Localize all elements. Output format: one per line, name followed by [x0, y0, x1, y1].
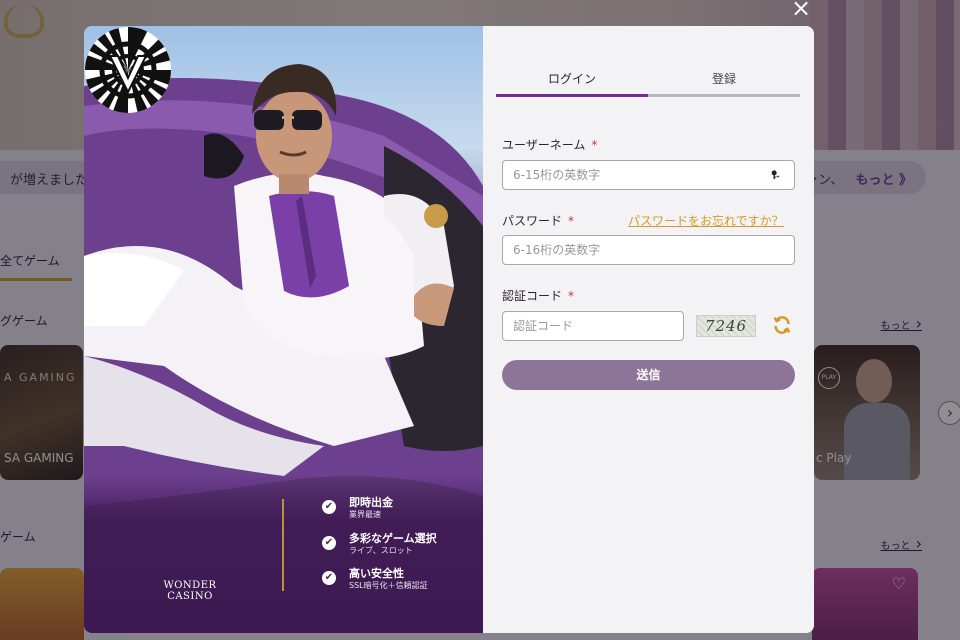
captcha-image[interactable]: 7246 [696, 315, 756, 337]
brand-name: WONDER CASINO [163, 580, 217, 602]
key-icon[interactable] [770, 170, 780, 180]
refresh-icon[interactable] [771, 314, 793, 336]
submit-button[interactable]: 送信 [502, 360, 795, 390]
login-modal: WONDER CASINO ✔ 即時出金 業界最速 ✔ 多彩なゲーム選択 ライブ… [84, 26, 814, 633]
username-label-text: ユーザーネーム [502, 138, 586, 152]
check-icon: ✔ [322, 571, 336, 585]
feature-title: 多彩なゲーム選択 [349, 532, 437, 545]
password-placeholder: 6-16桁の英数字 [513, 243, 601, 257]
wonder-casino-logo [85, 27, 171, 113]
tab-register[interactable]: 登録 [648, 70, 800, 87]
required-mark: * [568, 214, 575, 228]
feature-subtitle: 業界最速 [349, 510, 381, 519]
password-label-text: パスワード [502, 214, 563, 228]
captcha-label: 認証コード * [502, 287, 574, 304]
tab-login[interactable]: ログイン [496, 70, 648, 87]
promo-panel: WONDER CASINO ✔ 即時出金 業界最速 ✔ 多彩なゲーム選択 ライブ… [84, 26, 483, 633]
captcha-input[interactable]: 認証コード [502, 311, 684, 341]
login-form: ログイン 登録 ユーザーネーム * 6-15桁の英数字 パスワード * パスワードを… [483, 26, 814, 633]
username-label: ユーザーネーム * [502, 136, 597, 153]
required-mark: * [591, 138, 598, 152]
check-icon: ✔ [322, 500, 336, 514]
password-input[interactable]: 6-16桁の英数字 [502, 235, 795, 265]
auth-tabs: ログイン 登録 [496, 70, 800, 97]
check-icon: ✔ [322, 536, 336, 550]
feature-subtitle: SSL暗号化＋信頼認証 [349, 581, 428, 590]
active-tab-indicator [496, 94, 648, 97]
captcha-label-text: 認証コード [502, 289, 563, 303]
feature-subtitle: ライブ、スロット [349, 546, 413, 555]
close-icon[interactable]: × [789, 0, 813, 20]
promo-divider [282, 499, 284, 591]
captcha-placeholder: 認証コード [513, 319, 574, 333]
password-label: パスワード * [502, 212, 574, 229]
username-input[interactable]: 6-15桁の英数字 [502, 160, 795, 190]
username-placeholder: 6-15桁の英数字 [513, 168, 601, 182]
required-mark: * [568, 289, 575, 303]
feature-title: 高い安全性 [349, 567, 404, 580]
feature-title: 即時出金 [349, 496, 393, 509]
forgot-password-link[interactable]: パスワードをお忘れですか？ [628, 212, 784, 229]
